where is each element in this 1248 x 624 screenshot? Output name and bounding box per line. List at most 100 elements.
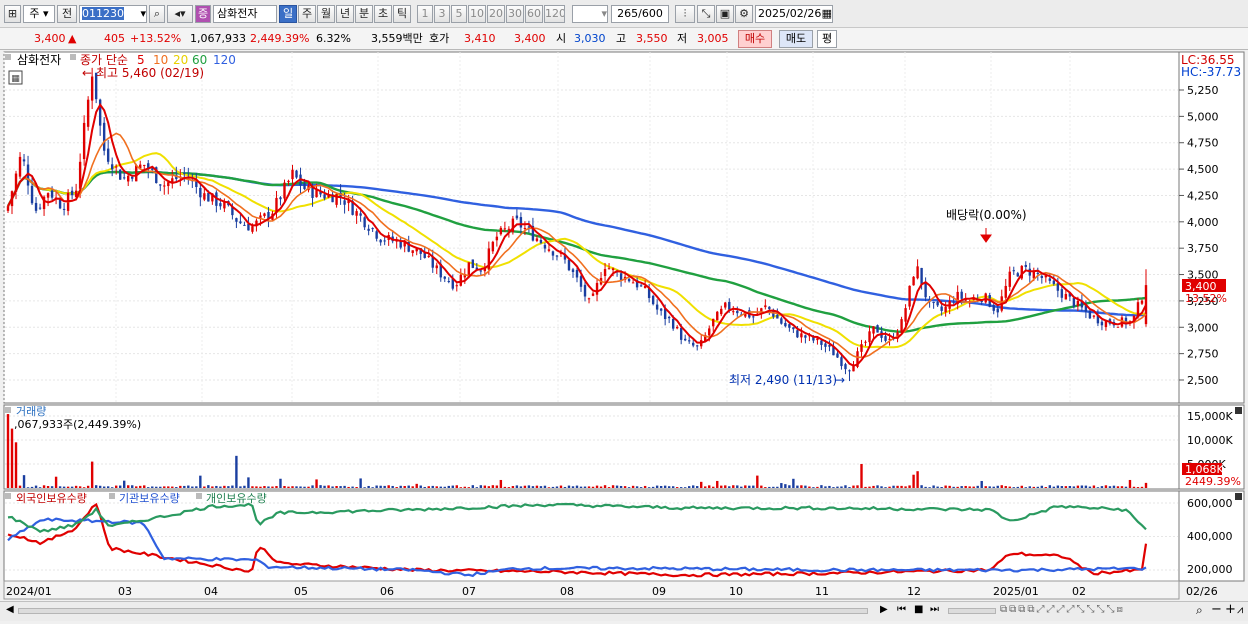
- panel-handle-icon[interactable]: [109, 493, 115, 499]
- scroll-track[interactable]: [18, 608, 868, 614]
- panel-handle-icon[interactable]: [196, 493, 202, 499]
- eval-button[interactable]: 평: [817, 30, 837, 48]
- candle-body: [38, 207, 42, 209]
- period-button[interactable]: 초: [374, 5, 392, 23]
- x-axis-label: 03: [118, 585, 132, 598]
- volume-bar: [796, 485, 799, 488]
- panel-handle-icon[interactable]: [70, 54, 76, 60]
- candle-body: [259, 215, 262, 218]
- buy-button[interactable]: 매수: [738, 30, 772, 48]
- scroll-bar[interactable]: ◀ ▶ ⏮ ■ ⏭ ⧉⧉⧉⧉⤢⤢⤢⤢⤡⤡⤡⤡⧈ ⌕ − + ⩘: [0, 601, 1248, 621]
- scroll-right-icon[interactable]: ▶: [880, 604, 888, 615]
- candle-body: [106, 148, 110, 162]
- interval-input[interactable]: ▾: [572, 5, 608, 23]
- panel-handle-icon[interactable]: [5, 493, 11, 499]
- volume-bar: [18, 485, 22, 488]
- scroll-left-icon[interactable]: ◀: [6, 604, 14, 615]
- zoom-out-icon[interactable]: −: [1211, 602, 1222, 617]
- candle-body: [575, 270, 579, 278]
- candle-body: [455, 285, 458, 287]
- chart-area[interactable]: 5,250 5,000 4,750 4,500 4,250 4,000 3,750 3,500…: [0, 50, 1248, 621]
- candle-body: [131, 176, 134, 179]
- panel-close-icon[interactable]: [1235, 407, 1242, 414]
- search-icon[interactable]: ⌕: [149, 5, 165, 23]
- volume-bar: [427, 486, 430, 488]
- candle-body: [219, 203, 222, 207]
- candle-body: [792, 327, 795, 330]
- candle-body: [30, 185, 34, 204]
- interval-button[interactable]: 60: [525, 5, 543, 23]
- y-tick-label: 2,500: [1187, 374, 1219, 387]
- interval-button[interactable]: 1: [417, 5, 433, 23]
- volume-bar: [439, 486, 442, 488]
- y-tick-label: 4,500: [1187, 163, 1219, 176]
- date-field[interactable]: 2025/02/26 ▦: [755, 5, 833, 23]
- candle-body: [1092, 315, 1096, 317]
- candle-body: [692, 342, 695, 346]
- volume-bar: [1124, 486, 1128, 488]
- candle-body: [1012, 270, 1015, 272]
- period-button[interactable]: 주: [298, 5, 316, 23]
- zoom-slider[interactable]: [948, 608, 996, 614]
- chart-settings-icon[interactable]: ⩘: [1237, 603, 1243, 617]
- period-button[interactable]: 년: [336, 5, 354, 23]
- count-field[interactable]: 265/600: [611, 5, 669, 23]
- sell-button[interactable]: 매도: [779, 30, 813, 48]
- interval-button[interactable]: 10: [468, 5, 486, 23]
- zoom-search-icon[interactable]: ⌕: [1196, 603, 1203, 618]
- page-back-icon[interactable]: ⏮: [897, 604, 906, 615]
- candle-body: [900, 319, 903, 333]
- x-axis-label: 06: [380, 585, 394, 598]
- panel-close-icon[interactable]: [1235, 493, 1242, 500]
- period-button[interactable]: 일: [279, 5, 297, 23]
- chart-menu-icon[interactable]: ⊞: [4, 5, 21, 23]
- period-select[interactable]: 주 ▾: [23, 5, 55, 23]
- candle-body: [720, 308, 723, 315]
- candle-body: [788, 324, 791, 328]
- quote-bar: 3,400 ▲ 405 +13.52% 1,067,933 2,449.39% …: [0, 28, 1248, 50]
- candle-type-icon[interactable]: ⫶: [675, 5, 695, 23]
- stock-chart[interactable]: 5,2505,0004,7504,5004,2504,0003,7503,500…: [0, 50, 1248, 621]
- period-button[interactable]: 분: [355, 5, 373, 23]
- candle-body: [1064, 293, 1068, 300]
- candle-body: [820, 340, 823, 345]
- volume-bar: [507, 487, 511, 488]
- volume-bar: [972, 486, 975, 488]
- candle-body: [371, 228, 374, 230]
- tools-icon[interactable]: ⤡: [697, 5, 715, 23]
- volume-bar: [643, 485, 647, 488]
- candle-body: [655, 304, 659, 310]
- drawing-tools-icons[interactable]: ⧉⧉⧉⧉⤢⤢⤢⤢⤡⤡⤡⤡⧈: [1000, 604, 1125, 615]
- open-price: 3,030: [574, 32, 606, 45]
- volume-bar: [283, 486, 286, 488]
- panel-handle-icon[interactable]: [5, 407, 11, 413]
- stop-icon[interactable]: ■: [914, 604, 923, 615]
- zoom-in-icon[interactable]: +: [1225, 602, 1236, 617]
- interval-button[interactable]: 5: [451, 5, 467, 23]
- x-axis-label: 10: [729, 585, 743, 598]
- volume-bar: [611, 485, 615, 488]
- volume-bar: [1040, 485, 1044, 488]
- page-forward-icon[interactable]: ⏭: [930, 604, 939, 615]
- speaker-icon[interactable]: ◂▾: [167, 5, 193, 23]
- volume-bar: [399, 485, 402, 488]
- volume-bar: [908, 485, 911, 488]
- save-icon[interactable]: ▣: [716, 5, 734, 23]
- interval-button[interactable]: 20: [487, 5, 505, 23]
- period-button[interactable]: 월: [317, 5, 335, 23]
- interval-button[interactable]: 30: [506, 5, 524, 23]
- interval-button[interactable]: 3: [434, 5, 450, 23]
- candle-body: [603, 269, 607, 277]
- volume-bar: [1028, 486, 1031, 488]
- period-button[interactable]: 틱: [393, 5, 411, 23]
- y-tick-label: 5,000: [1187, 110, 1219, 123]
- prev-button[interactable]: 전: [57, 5, 77, 23]
- interval-button[interactable]: 120: [544, 5, 565, 23]
- code-input[interactable]: 011230 ▾: [79, 5, 147, 23]
- volume-bar: [920, 485, 923, 488]
- gear-icon[interactable]: ⚙: [735, 5, 753, 23]
- volume-bar: [511, 486, 515, 488]
- candle-body: [1040, 276, 1044, 278]
- panel-handle-icon[interactable]: [5, 54, 11, 60]
- volume-bar: [383, 485, 386, 488]
